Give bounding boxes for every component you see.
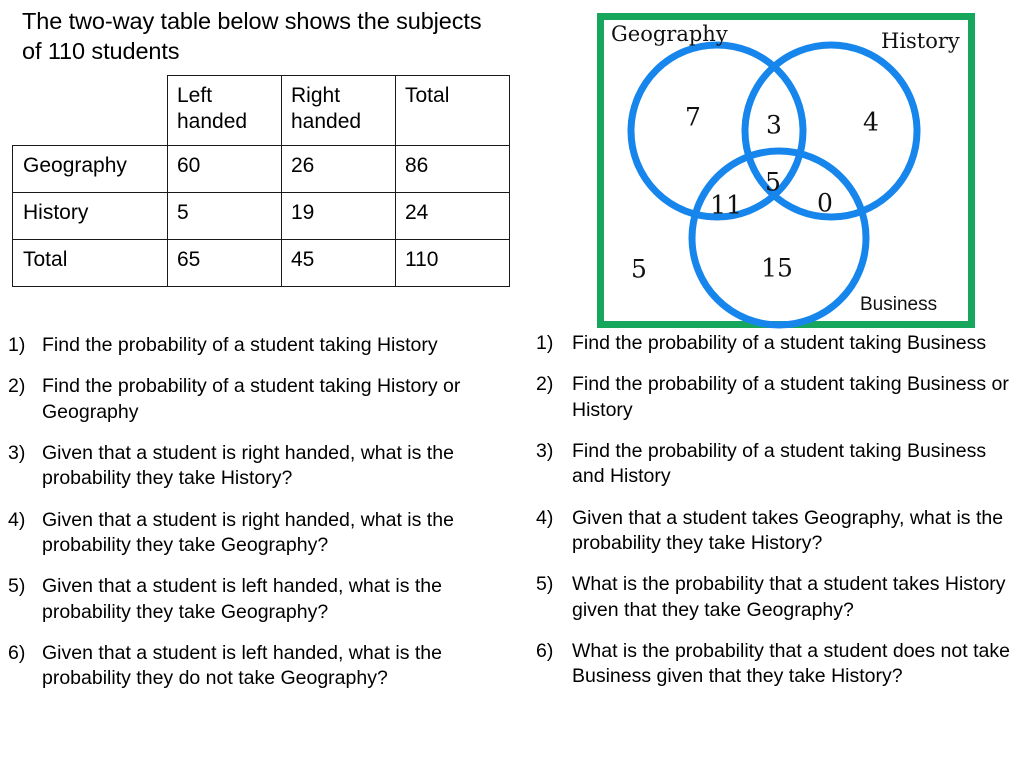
- list-item: 2) Find the probability of a student tak…: [8, 374, 508, 425]
- question-text: What is the probability that a student d…: [572, 640, 1010, 688]
- left-pane: The two-way table below shows the subjec…: [0, 0, 520, 768]
- table-row: Total 65 45 110: [12, 239, 510, 287]
- question-number: 5): [536, 573, 554, 596]
- column-header-left-handed: Left handed: [167, 75, 282, 146]
- cell-history-right: 19: [281, 192, 396, 240]
- table-header-row: Left handed Right handed Total: [13, 75, 510, 146]
- question-number: 2): [536, 373, 554, 396]
- question-number: 3): [536, 440, 554, 463]
- venn-count-geography-only: 7: [685, 103, 701, 132]
- cell-history-total: 24: [395, 192, 510, 240]
- list-item: 6) What is the probability that a studen…: [536, 639, 1024, 690]
- venn-label-history: History: [881, 29, 960, 53]
- question-text: Given that a student takes Geography, wh…: [572, 506, 1004, 555]
- venn-label-business: Business: [860, 294, 937, 315]
- page-title: The two-way table below shows the subjec…: [22, 8, 482, 65]
- list-item: 4) Given that a student is right handed,…: [8, 508, 508, 559]
- cell-geography-total: 86: [395, 145, 510, 193]
- question-text: Find the probability of a student taking…: [572, 440, 987, 488]
- question-text: Given that a student is right handed, wh…: [42, 508, 454, 557]
- question-number: 3): [8, 442, 26, 465]
- venn-count-all-three: 5: [765, 168, 781, 197]
- right-question-list: 1) Find the probability of a student tak…: [536, 331, 1024, 706]
- table-corner-cell: [13, 76, 168, 146]
- worksheet-slide: The two-way table below shows the subjec…: [0, 0, 1024, 768]
- question-text: Find the probability of a student taking…: [572, 332, 987, 354]
- list-item: 2) Find the probability of a student tak…: [536, 372, 1024, 423]
- question-number: 2): [8, 375, 26, 398]
- column-header-total: Total: [395, 75, 510, 146]
- table-row: Geography 60 26 86: [12, 145, 510, 193]
- venn-label-geography: Geography: [611, 22, 728, 46]
- question-text: Find the probability of a student taking…: [42, 334, 438, 356]
- column-header-right-handed: Right handed: [281, 75, 396, 146]
- row-header-geography: Geography: [12, 145, 168, 193]
- table-row: History 5 19 24: [12, 192, 510, 240]
- venn-count-business-only: 15: [761, 254, 793, 283]
- two-way-table: Left handed Right handed Total Geography…: [12, 75, 510, 287]
- list-item: 1) Find the probability of a student tak…: [536, 331, 1024, 356]
- row-header-total: Total: [12, 239, 168, 287]
- row-header-history: History: [12, 192, 168, 240]
- list-item: 1) Find the probability of a student tak…: [8, 333, 508, 358]
- cell-geography-right: 26: [281, 145, 396, 193]
- cell-total-right: 45: [281, 239, 396, 287]
- left-question-list: 1) Find the probability of a student tak…: [8, 333, 508, 708]
- list-item: 5) What is the probability that a studen…: [536, 572, 1024, 623]
- venn-count-outside: 5: [631, 255, 647, 284]
- question-text: Find the probability of a student taking…: [42, 375, 461, 423]
- list-item: 3) Given that a student is right handed,…: [8, 441, 508, 492]
- question-text: Given that a student is left handed, wha…: [42, 575, 442, 623]
- question-text: What is the probability that a student t…: [572, 573, 1006, 621]
- question-text: Given that a student is right handed, wh…: [42, 442, 454, 490]
- cell-history-left: 5: [167, 192, 282, 240]
- list-item: 4) Given that a student takes Geography,…: [536, 506, 1024, 557]
- question-number: 4): [8, 508, 26, 531]
- question-text: Find the probability of a student taking…: [572, 373, 1009, 421]
- question-text: Given that a student is left handed, wha…: [42, 642, 442, 690]
- venn-count-history-only: 4: [863, 108, 879, 137]
- venn-count-geography-business: 11: [710, 191, 742, 220]
- list-item: 6) Given that a student is left handed, …: [8, 641, 508, 692]
- question-number: 4): [536, 506, 554, 529]
- venn-diagram-svg: Geography History Business 7 3 4 5 11 0 …: [611, 22, 960, 329]
- question-number: 1): [536, 332, 554, 354]
- question-number: 6): [8, 642, 26, 665]
- venn-diagram: Geography History Business 7 3 4 5 11 0 …: [597, 13, 975, 329]
- list-item: 3) Find the probability of a student tak…: [536, 439, 1024, 490]
- venn-count-history-business: 0: [817, 189, 833, 218]
- list-item: 5) Given that a student is left handed, …: [8, 574, 508, 625]
- cell-geography-left: 60: [167, 145, 282, 193]
- question-number: 6): [536, 640, 554, 663]
- cell-total-left: 65: [167, 239, 282, 287]
- cell-total-total: 110: [395, 239, 510, 287]
- venn-count-geography-history: 3: [766, 111, 782, 140]
- question-number: 1): [8, 334, 26, 356]
- question-number: 5): [8, 575, 26, 598]
